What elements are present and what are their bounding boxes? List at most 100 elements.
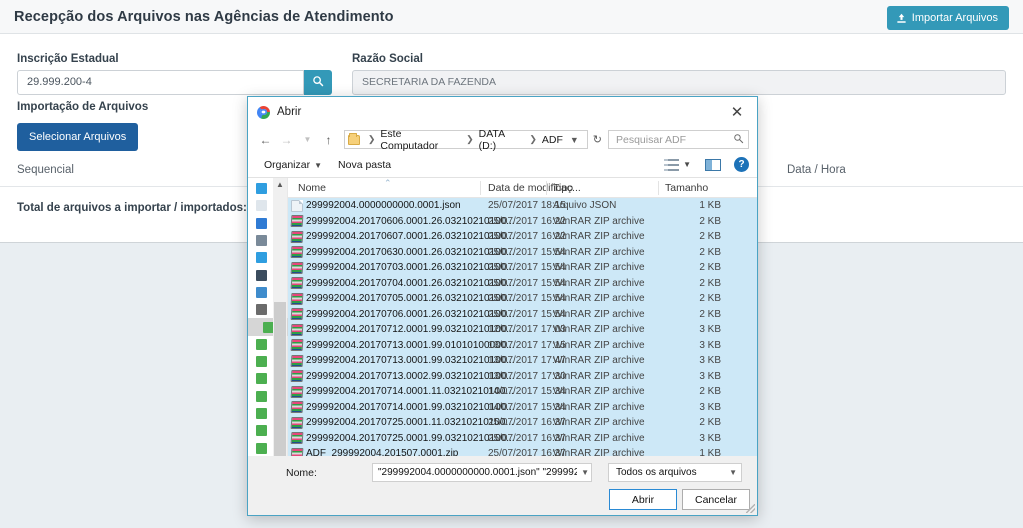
new-folder-button[interactable]: Nova pasta [330, 159, 399, 171]
nav-pane-item[interactable] [248, 249, 274, 266]
select-files-button[interactable]: Selecionar Arquivos [17, 123, 139, 151]
nav-pane-item[interactable] [248, 197, 274, 214]
file-row[interactable]: 299992004.20170725.0001.99.03210210100..… [288, 430, 757, 446]
search-folder-box[interactable]: Pesquisar ADF [608, 130, 749, 149]
file-row[interactable]: 299992004.20170714.0001.99.03210210100..… [288, 399, 757, 415]
chevron-down-icon[interactable]: ▼ [564, 135, 585, 145]
refresh-icon[interactable]: ↻ [593, 133, 606, 146]
column-divider[interactable] [658, 181, 659, 195]
file-size: 2 KB [699, 215, 721, 227]
file-size: 1 KB [699, 448, 721, 456]
file-row[interactable]: 299992004.20170607.0001.26.03210210100..… [288, 229, 757, 245]
breadcrumb-item-0[interactable]: Este Computador [379, 128, 462, 152]
file-size: 3 KB [699, 324, 721, 336]
chevron-down-icon[interactable]: ▼ [298, 130, 317, 149]
file-row[interactable]: 299992004.20170706.0001.26.03210210100..… [288, 306, 757, 322]
import-files-button[interactable]: Importar Arquivos [886, 6, 1009, 30]
file-size: 3 KB [699, 370, 721, 382]
navigation-pane-scrollbar[interactable]: ▲ ▼ [273, 178, 287, 472]
file-name: 299992004.20170703.0001.26.03210210100..… [306, 262, 515, 274]
file-row[interactable]: 299992004.20170714.0001.11.03210210100..… [288, 384, 757, 400]
filename-input[interactable]: "299992004.0000000000.0001.json" "299992… [372, 463, 592, 482]
dialog-titlebar[interactable]: Abrir ✕ [248, 97, 757, 127]
file-name: 299992004.20170714.0001.11.03210210100..… [306, 386, 514, 398]
file-row[interactable]: 299992004.20170713.0002.99.03210210100..… [288, 368, 757, 384]
nav-pane-item[interactable] [248, 180, 274, 197]
nav-pane-item[interactable] [248, 388, 274, 405]
file-row[interactable]: ADF_299992004.201507.0001.zip 25/07/2017 … [288, 446, 757, 456]
breadcrumb-item-2[interactable]: ADF [541, 134, 564, 146]
chevron-down-icon[interactable]: ▼ [683, 160, 691, 169]
zip-file-icon [290, 230, 304, 243]
column-header-tipo[interactable]: Tipo [553, 182, 573, 194]
file-size: 2 KB [699, 262, 721, 274]
breadcrumb-item-1[interactable]: DATA (D:) [478, 128, 526, 152]
nav-pane-item[interactable] [248, 405, 274, 422]
nav-pane-item[interactable] [248, 370, 274, 387]
list-view-icon[interactable] [664, 158, 680, 171]
nav-pane-item[interactable] [248, 232, 274, 249]
file-name: 299992004.20170713.0001.99.01010100000..… [306, 339, 515, 351]
file-type: WinRAR ZIP archive [553, 262, 645, 274]
zip-file-icon [290, 215, 304, 228]
folder-green-icon [255, 338, 267, 350]
file-row[interactable]: 299992004.20170630.0001.26.03210210100..… [288, 244, 757, 260]
resize-grip[interactable] [746, 504, 755, 513]
column-header-tamanho[interactable]: Tamanho [665, 182, 708, 194]
navigation-pane: ▲ ▼ [248, 178, 288, 472]
inscricao-estadual-input[interactable] [17, 70, 304, 95]
nav-pane-item[interactable] [248, 439, 274, 456]
open-button[interactable]: Abrir [609, 489, 677, 510]
downloads-icon [255, 217, 267, 229]
toolbar-right-group: ▼ ? [664, 157, 749, 172]
search-button[interactable] [304, 70, 332, 95]
inscricao-estadual-group: Inscrição Estadual [17, 53, 332, 95]
drive-d-icon [255, 304, 267, 316]
import-files-label: Importar Arquivos [911, 12, 998, 24]
file-name: 299992004.0000000000.0001.json [306, 200, 461, 212]
file-row[interactable]: 299992004.20170606.0001.26.03210210100..… [288, 213, 757, 229]
nav-pane-item[interactable] [248, 336, 274, 353]
page-title: Recepção dos Arquivos nas Agências de At… [14, 8, 394, 25]
close-icon[interactable]: ✕ [717, 97, 757, 127]
column-divider[interactable] [546, 181, 547, 195]
file-row[interactable]: 299992004.20170703.0001.26.03210210100..… [288, 260, 757, 276]
help-icon[interactable]: ? [734, 157, 749, 172]
cancel-button[interactable]: Cancelar [682, 489, 750, 510]
file-row[interactable]: 299992004.20170712.0001.99.03210210100..… [288, 322, 757, 338]
nav-pane-item[interactable] [248, 353, 274, 370]
arrow-up-icon[interactable]: ↑ [319, 130, 338, 149]
chevron-down-icon[interactable]: ▼ [577, 468, 589, 477]
column-header-nome[interactable]: Nome [298, 182, 326, 194]
sort-asc-icon: ⌃ [384, 178, 392, 188]
folder-green-icon [255, 442, 267, 454]
breadcrumb[interactable]: ❯ Este Computador ❯ DATA (D:) ❯ ADF ▼ [344, 128, 588, 152]
nav-pane-item[interactable] [248, 215, 274, 232]
nav-pane-item[interactable] [248, 422, 274, 439]
nav-pane-item[interactable] [248, 266, 274, 283]
nav-pane-item[interactable] [248, 284, 274, 301]
file-row[interactable]: 299992004.0000000000.0001.json 25/07/2017… [288, 198, 757, 214]
arrow-right-icon[interactable]: → [277, 130, 296, 149]
file-row[interactable]: 299992004.20170704.0001.26.03210210100..… [288, 275, 757, 291]
arrow-left-icon[interactable]: ← [256, 130, 275, 149]
file-type: WinRAR ZIP archive [553, 339, 645, 351]
preview-pane-icon[interactable] [705, 158, 721, 171]
file-row[interactable]: 299992004.20170725.0001.11.03210210100..… [288, 415, 757, 431]
nav-pane-item[interactable] [248, 301, 274, 318]
file-row[interactable]: 299992004.20170705.0001.26.03210210100..… [288, 291, 757, 307]
scrollbar-thumb[interactable] [274, 302, 286, 472]
file-type-select[interactable]: Todos os arquivos ▼ [608, 463, 742, 482]
file-list: Nome ⌃ Data de modificaç... Tipo Tamanho… [288, 178, 757, 456]
file-name: 299992004.20170714.0001.99.03210210100..… [306, 401, 515, 413]
zip-file-icon [290, 261, 304, 274]
scroll-up-icon[interactable]: ▲ [276, 178, 284, 192]
column-divider[interactable] [480, 181, 481, 195]
zip-file-icon [290, 370, 304, 383]
file-row[interactable]: 299992004.20170713.0001.99.01010100000..… [288, 337, 757, 353]
dialog-title: Abrir [277, 106, 302, 118]
file-name: 299992004.20170704.0001.26.03210210100..… [306, 277, 515, 289]
folder-green-icon [255, 408, 267, 419]
file-row[interactable]: 299992004.20170713.0001.99.03210210100..… [288, 353, 757, 369]
organize-menu[interactable]: Organizar ▼ [256, 159, 330, 171]
